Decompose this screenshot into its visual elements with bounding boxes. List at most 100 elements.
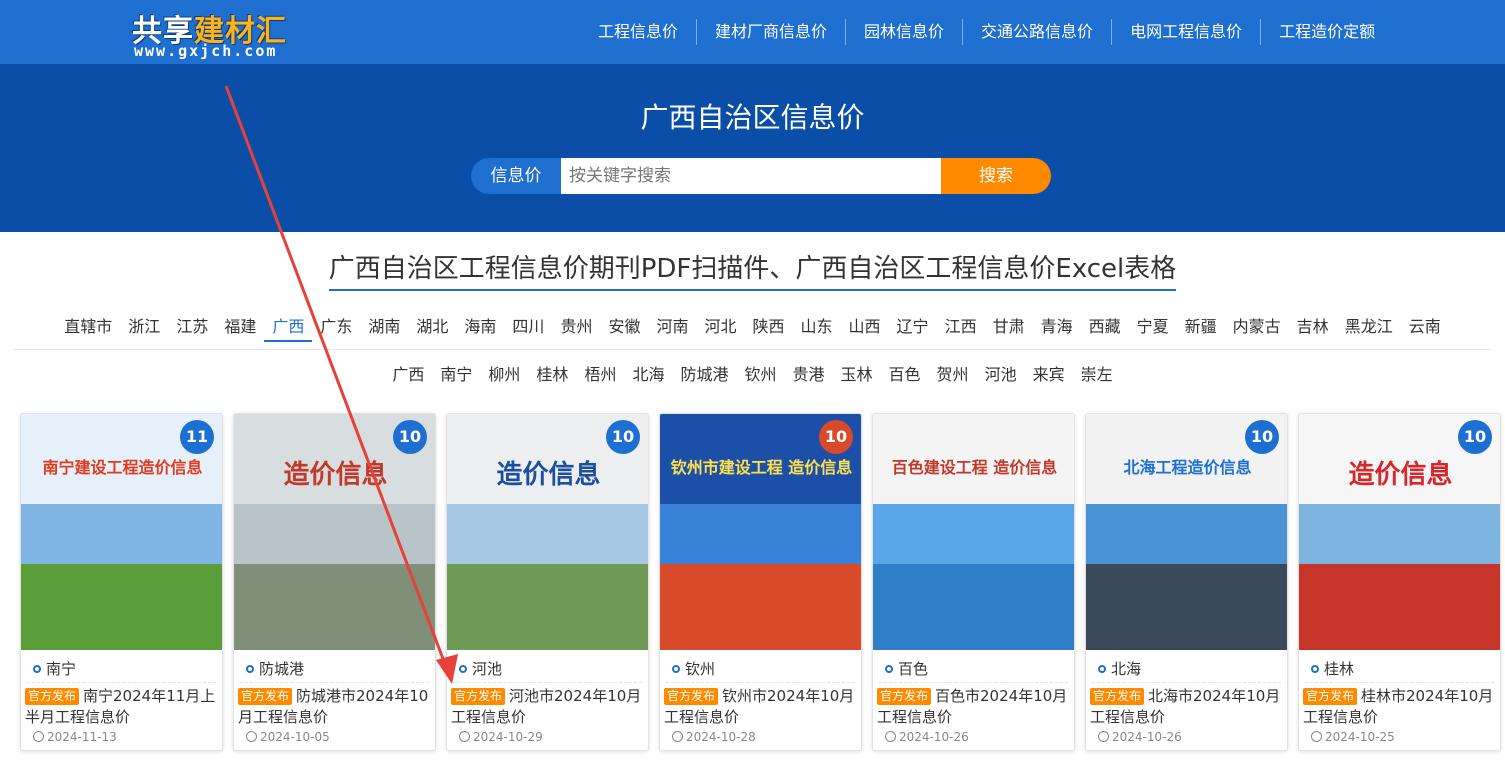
province-tab[interactable]: 直辖市 — [56, 312, 120, 342]
clock-icon — [672, 731, 683, 742]
logo-url: www.gxjch.com — [134, 42, 278, 60]
card-city[interactable]: 百色 — [885, 658, 928, 679]
city-tab[interactable]: 玉林 — [833, 360, 881, 390]
price-card[interactable]: 造价信息 10 河池 官方发布 河池市2024年10月工程信息价 2024-10-… — [446, 413, 649, 751]
cover-sky — [447, 504, 648, 564]
province-tab[interactable]: 云南 — [1401, 312, 1449, 342]
nav-grid-price[interactable]: 电网工程信息价 — [1112, 19, 1262, 45]
nav-engineering-price[interactable]: 工程信息价 — [580, 19, 698, 45]
province-tab[interactable]: 陕西 — [745, 312, 793, 342]
province-tab[interactable]: 海南 — [456, 312, 504, 342]
card-cover-image[interactable]: 钦州市建设工程 造价信息 10 — [660, 414, 861, 650]
city-tab[interactable]: 桂林 — [528, 360, 576, 390]
card-cover-image[interactable]: 造价信息 10 — [234, 414, 435, 650]
location-dot-icon — [672, 665, 680, 673]
search-type-selector[interactable]: 信息价 — [471, 158, 561, 194]
province-tab[interactable]: 青海 — [1033, 312, 1081, 342]
city-tab[interactable]: 南宁 — [432, 360, 480, 390]
province-tab[interactable]: 广东 — [312, 312, 360, 342]
province-tab[interactable]: 甘肃 — [985, 312, 1033, 342]
city-tab[interactable]: 梧州 — [576, 360, 624, 390]
price-card[interactable]: 南宁建设工程造价信息 11 南宁 官方发布 南宁2024年11月上半月工程信息价 … — [20, 413, 223, 751]
price-card[interactable]: 钦州市建设工程 造价信息 10 钦州 官方发布 钦州市2024年10月工程信息价 … — [659, 413, 862, 751]
card-cover-image[interactable]: 南宁建设工程造价信息 11 — [21, 414, 222, 650]
province-tab[interactable]: 内蒙古 — [1225, 312, 1289, 342]
card-title[interactable]: 官方发布 钦州市2024年10月工程信息价 — [664, 686, 860, 728]
card-title[interactable]: 官方发布 百色市2024年10月工程信息价 — [877, 686, 1073, 728]
price-card[interactable]: 北海工程造价信息 10 北海 官方发布 北海市2024年10月工程信息价 2024… — [1085, 413, 1288, 751]
card-divider — [1092, 682, 1281, 683]
search-button[interactable]: 搜索 — [941, 158, 1051, 194]
card-city[interactable]: 钦州 — [672, 658, 715, 679]
province-tab[interactable]: 辽宁 — [889, 312, 937, 342]
price-card[interactable]: 造价信息 10 桂林 官方发布 桂林市2024年10月工程信息价 2024-10-… — [1298, 413, 1501, 751]
province-tab[interactable]: 福建 — [216, 312, 264, 342]
cover-issue-number: 10 — [1458, 420, 1492, 454]
card-cover-image[interactable]: 造价信息 10 — [1299, 414, 1500, 650]
card-city[interactable]: 南宁 — [33, 658, 76, 679]
official-badge: 官方发布 — [451, 688, 506, 705]
card-title[interactable]: 官方发布 桂林市2024年10月工程信息价 — [1303, 686, 1499, 728]
city-tab[interactable]: 河池 — [977, 360, 1025, 390]
city-tab[interactable]: 贺州 — [929, 360, 977, 390]
section-title: 广西自治区工程信息价期刊PDF扫描件、广西自治区工程信息价Excel表格 — [0, 248, 1505, 291]
card-city[interactable]: 防城港 — [246, 658, 304, 679]
card-title[interactable]: 官方发布 防城港市2024年10月工程信息价 — [238, 686, 434, 728]
city-tab[interactable]: 柳州 — [480, 360, 528, 390]
cover-title: 北海工程造价信息 — [1123, 458, 1252, 477]
cover-ground — [447, 564, 648, 650]
province-tab[interactable]: 江苏 — [168, 312, 216, 342]
search-input[interactable] — [561, 158, 941, 194]
cover-ground — [234, 564, 435, 650]
card-title[interactable]: 官方发布 南宁2024年11月上半月工程信息价 — [25, 686, 221, 728]
clock-icon — [33, 731, 44, 742]
province-tab[interactable]: 贵州 — [552, 312, 600, 342]
card-date: 2024-11-13 — [33, 730, 117, 744]
card-city[interactable]: 桂林 — [1311, 658, 1354, 679]
location-dot-icon — [33, 665, 41, 673]
province-tab[interactable]: 西藏 — [1081, 312, 1129, 342]
card-city[interactable]: 河池 — [459, 658, 502, 679]
card-cover-image[interactable]: 百色建设工程 造价信息 — [873, 414, 1074, 650]
province-tab[interactable]: 广西 — [264, 312, 313, 342]
province-tab[interactable]: 黑龙江 — [1337, 312, 1401, 342]
city-tab[interactable]: 来宾 — [1025, 360, 1073, 390]
province-tab[interactable]: 河北 — [696, 312, 744, 342]
card-cover-image[interactable]: 造价信息 10 — [447, 414, 648, 650]
city-tab[interactable]: 防城港 — [672, 360, 736, 390]
province-tab[interactable]: 吉林 — [1289, 312, 1337, 342]
province-tab[interactable]: 宁夏 — [1129, 312, 1177, 342]
cover-sky — [1086, 504, 1287, 564]
cover-issue-number: 11 — [180, 420, 214, 454]
city-tab[interactable]: 广西 — [384, 360, 432, 390]
province-tab[interactable]: 安徽 — [600, 312, 648, 342]
nav-manufacturer-price[interactable]: 建材厂商信息价 — [697, 19, 847, 45]
province-tab[interactable]: 山西 — [841, 312, 889, 342]
card-title[interactable]: 官方发布 河池市2024年10月工程信息价 — [451, 686, 647, 728]
site-logo[interactable]: 共享建材汇 www.gxjch.com — [132, 4, 312, 60]
province-tab[interactable]: 河南 — [648, 312, 696, 342]
province-tab[interactable]: 山东 — [793, 312, 841, 342]
nav-highway-price[interactable]: 交通公路信息价 — [963, 19, 1113, 45]
province-filter: 直辖市 浙江 江苏 福建 广西 广东 湖南 湖北 海南 四川 贵州 安徽 河南 河北 陕西 山东 山西 辽宁 江西甘… — [14, 312, 1491, 350]
province-tab[interactable]: 江西 — [937, 312, 985, 342]
card-title[interactable]: 官方发布 北海市2024年10月工程信息价 — [1090, 686, 1286, 728]
province-tab[interactable]: 浙江 — [120, 312, 168, 342]
province-tab[interactable]: 四川 — [504, 312, 552, 342]
province-tab[interactable]: 湖南 — [360, 312, 408, 342]
price-card[interactable]: 百色建设工程 造价信息 百色 官方发布 百色市2024年10月工程信息价 2024… — [872, 413, 1075, 751]
city-tab[interactable]: 百色 — [881, 360, 929, 390]
price-card-list: 南宁建设工程造价信息 11 南宁 官方发布 南宁2024年11月上半月工程信息价 … — [20, 413, 1501, 753]
province-tab[interactable]: 新疆 — [1177, 312, 1225, 342]
city-tab[interactable]: 崇左 — [1073, 360, 1121, 390]
province-tab[interactable]: 湖北 — [408, 312, 456, 342]
price-card[interactable]: 造价信息 10 防城港 官方发布 防城港市2024年10月工程信息价 2024-1… — [233, 413, 436, 751]
city-tab[interactable]: 北海 — [624, 360, 672, 390]
card-city[interactable]: 北海 — [1098, 658, 1141, 679]
nav-landscape-price[interactable]: 园林信息价 — [846, 19, 964, 45]
card-date: 2024-10-05 — [246, 730, 330, 744]
card-cover-image[interactable]: 北海工程造价信息 10 — [1086, 414, 1287, 650]
city-tab[interactable]: 贵港 — [785, 360, 833, 390]
city-tab[interactable]: 钦州 — [736, 360, 784, 390]
nav-quota[interactable]: 工程造价定额 — [1261, 19, 1393, 45]
